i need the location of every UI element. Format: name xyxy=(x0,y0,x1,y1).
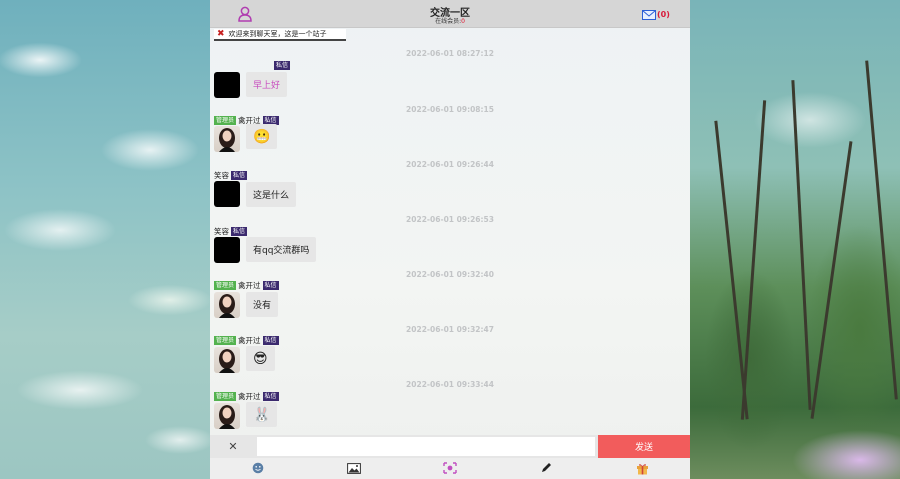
nickname[interactable]: 禽开过 xyxy=(238,335,261,346)
top-bar: 交流一区 在线会员:0 (0) xyxy=(210,0,690,28)
nickname[interactable]: 禽开过 xyxy=(238,280,261,291)
avatar[interactable] xyxy=(214,347,240,373)
background-right xyxy=(690,0,900,479)
grimace-emoji-icon: 😬 xyxy=(253,128,271,145)
background-left xyxy=(0,0,210,479)
nickname[interactable]: 笑容 xyxy=(214,170,229,181)
sticker-icon[interactable] xyxy=(442,461,458,475)
avatar[interactable] xyxy=(214,126,240,152)
avatar[interactable] xyxy=(214,403,240,429)
private-badge[interactable]: 私信 xyxy=(231,226,248,236)
message-time: 2022-06-01 09:26:44 xyxy=(406,160,494,169)
message-time: 2022-06-01 09:26:53 xyxy=(406,215,494,224)
message-bubble: 有qq交流群吗 xyxy=(246,237,317,262)
online-label: 在线会员: xyxy=(435,18,462,25)
notice-text: 欢迎来到聊天室，这是一个站子 xyxy=(228,30,327,38)
image-icon[interactable] xyxy=(346,461,362,475)
message-bubble: 😬 xyxy=(246,124,278,149)
private-badge[interactable]: 私信 xyxy=(274,60,291,70)
role-badge: 管理员 xyxy=(214,391,237,401)
message-meta: 私信 xyxy=(274,60,291,70)
message-time: 2022-06-01 09:32:40 xyxy=(406,270,494,279)
toolbar xyxy=(210,458,690,479)
message-bubble: 没有 xyxy=(246,292,279,317)
nickname[interactable]: 禽开过 xyxy=(238,391,261,402)
message-bubble: 早上好 xyxy=(246,72,288,97)
message-time: 2022-06-01 09:32:47 xyxy=(406,325,494,334)
avatar[interactable] xyxy=(214,181,240,207)
cool-emoji-icon: 😎 xyxy=(253,350,268,367)
chat-panel: 交流一区 在线会员:0 (0) ✖ 欢迎来到聊天室，这是一个站子 2022-06… xyxy=(210,0,690,479)
pen-icon[interactable] xyxy=(538,461,554,475)
mail-button[interactable]: (0) xyxy=(642,8,670,20)
private-badge[interactable]: 私信 xyxy=(262,391,279,401)
gift-icon[interactable] xyxy=(634,461,650,475)
message-time: 2022-06-01 09:08:15 xyxy=(406,105,494,114)
message-meta: 管理员 禽开过 私信 xyxy=(214,280,279,290)
send-button[interactable]: 发送 xyxy=(598,435,690,458)
close-icon[interactable]: ✖ xyxy=(217,29,225,39)
mail-icon xyxy=(642,5,656,24)
message-meta: 笑容 私信 xyxy=(214,226,248,237)
rabbit-emoji-icon: 🐰 xyxy=(253,406,271,423)
avatar[interactable] xyxy=(214,72,240,98)
message-meta: 管理员 禽开过 私信 xyxy=(214,335,279,345)
message-bubble: 🐰 xyxy=(246,402,278,427)
avatar[interactable] xyxy=(214,292,240,318)
online-status: 在线会员:0 xyxy=(210,16,690,25)
input-bar: ✕ 发送 xyxy=(210,435,690,458)
online-count: 0 xyxy=(461,18,465,25)
avatar[interactable] xyxy=(214,237,240,263)
message-time: 2022-06-01 08:27:12 xyxy=(406,49,494,58)
message-time: 2022-06-01 09:33:44 xyxy=(406,380,494,389)
message-input[interactable] xyxy=(257,437,595,456)
private-badge[interactable]: 私信 xyxy=(231,170,248,180)
role-badge: 管理员 xyxy=(214,115,237,125)
message-bubble: 😎 xyxy=(246,346,275,371)
mail-count: (0) xyxy=(657,9,670,19)
message-bubble: 这是什么 xyxy=(246,182,297,207)
private-badge[interactable]: 私信 xyxy=(262,335,279,345)
smile-icon[interactable] xyxy=(250,461,266,475)
message-meta: 管理员 禽开过 私信 xyxy=(214,391,279,401)
nickname[interactable]: 笑容 xyxy=(214,226,229,237)
private-badge[interactable]: 私信 xyxy=(262,280,279,290)
role-badge: 管理员 xyxy=(214,280,237,290)
notice-bar: ✖ 欢迎来到聊天室，这是一个站子 xyxy=(214,29,346,41)
close-input-button[interactable]: ✕ xyxy=(226,440,240,453)
role-badge: 管理员 xyxy=(214,335,237,345)
message-meta: 笑容 私信 xyxy=(214,170,248,181)
